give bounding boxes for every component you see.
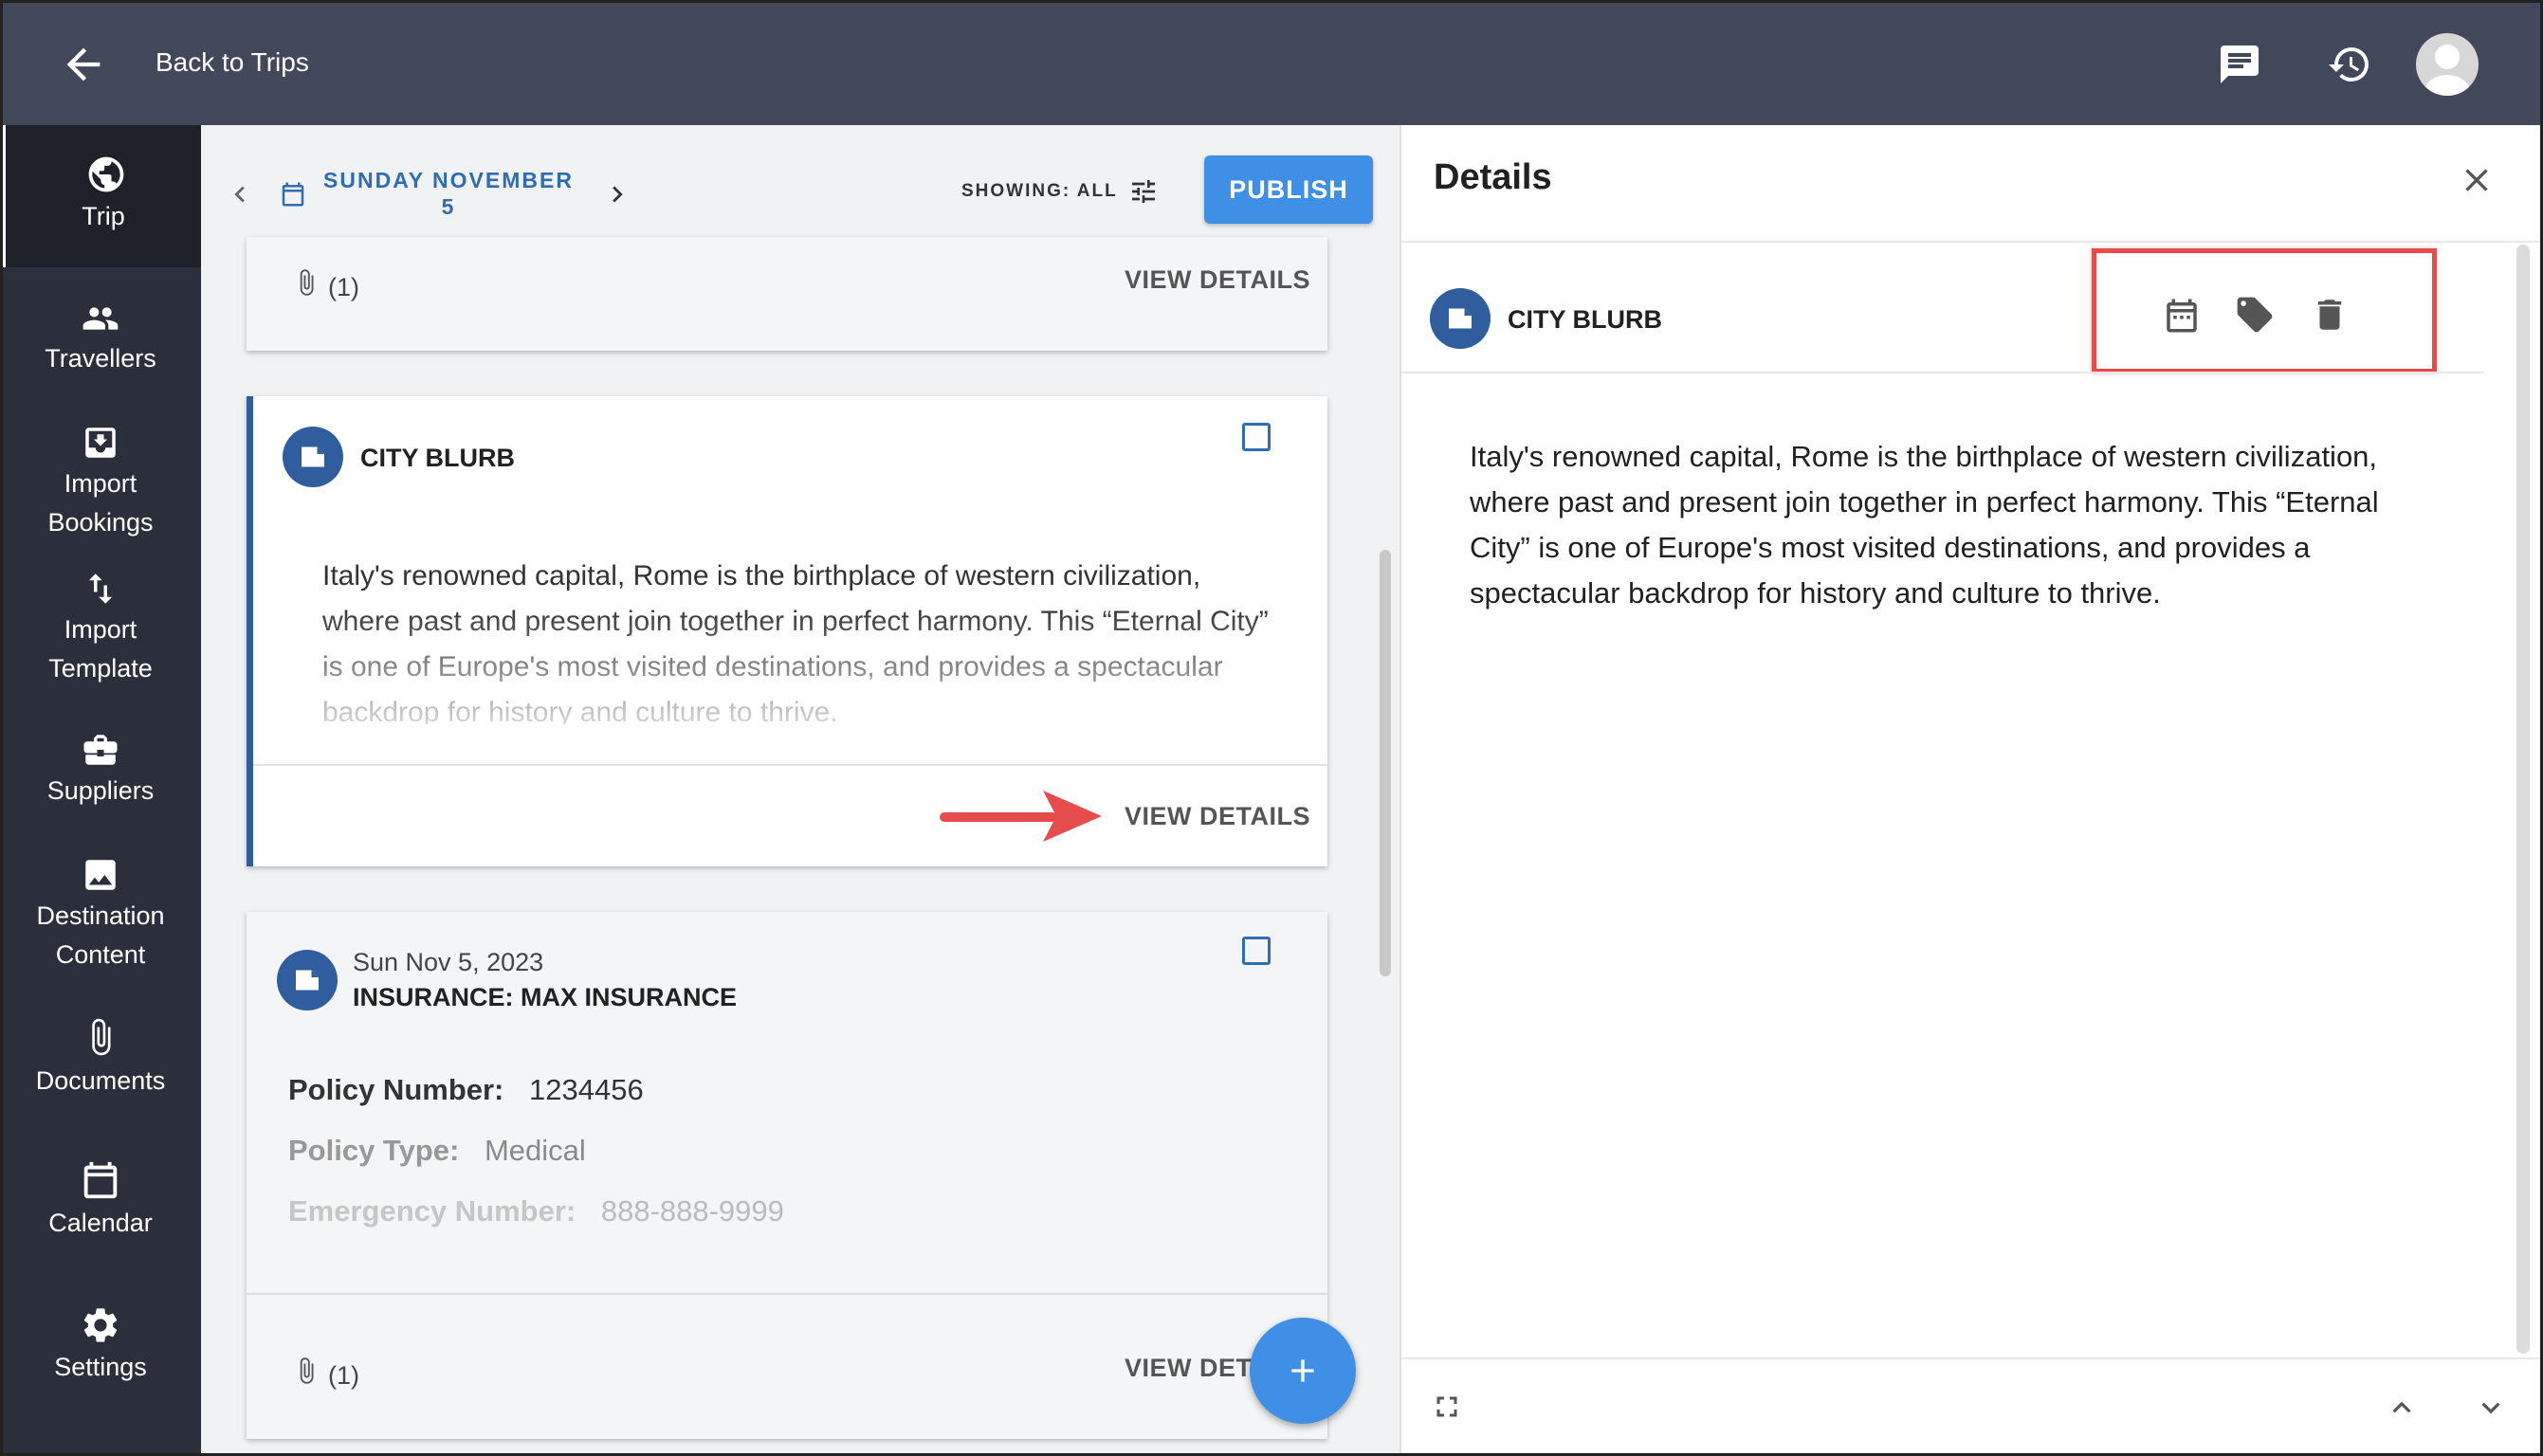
divider [1401, 372, 2484, 373]
sidebar-item-import-template[interactable]: Import Template [0, 569, 201, 688]
sidebar-item-import-bookings[interactable]: Import Bookings [0, 423, 201, 542]
chevron-down-icon[interactable] [2473, 1390, 2509, 1426]
attachment-count: (1) [328, 1361, 359, 1390]
card-title: CITY BLURB [360, 444, 516, 472]
sidebar-item-label: Destination Content [36, 901, 165, 969]
document-icon [283, 427, 343, 487]
details-body-text: Italy's renowned capital, Rome is the bi… [1470, 440, 2379, 610]
sidebar-item-label: Travellers [45, 344, 156, 373]
attachment-count: (1) [328, 273, 359, 301]
sidebar-item-destination-content[interactable]: Destination Content [0, 855, 201, 974]
import-icon [0, 423, 201, 463]
select-checkbox[interactable] [1242, 423, 1271, 451]
briefcase-icon [0, 730, 201, 770]
avatar[interactable] [2416, 33, 2479, 96]
publish-button[interactable]: PUBLISH [1204, 155, 1373, 224]
calendar-icon [0, 1158, 201, 1202]
view-details-button[interactable]: VIEW DETAILS [1125, 802, 1310, 831]
field-value: Medical [484, 1134, 586, 1167]
field-value: 888-888-9999 [600, 1194, 784, 1228]
paperclip-icon [0, 1014, 201, 1060]
chevron-up-icon[interactable] [2384, 1390, 2420, 1426]
date-label[interactable]: SUNDAY NOVEMBER 5 [319, 167, 578, 220]
document-icon [277, 950, 338, 1010]
field-value: 1234456 [529, 1073, 644, 1106]
sidebar-item-calendar[interactable]: Calendar [0, 1158, 201, 1243]
paperclip-icon [292, 262, 320, 303]
view-details-button[interactable]: VIEW DETAILS [1125, 265, 1310, 295]
field-label: Policy Number: [288, 1073, 504, 1106]
divider [1401, 241, 2543, 243]
top-bar [0, 0, 2543, 125]
text-fade-overlay [284, 607, 1290, 739]
sidebar-item-label: Trip [82, 202, 125, 230]
sidebar-item-trip[interactable]: Trip [0, 125, 201, 267]
divider [247, 1293, 1327, 1295]
select-checkbox[interactable] [1242, 937, 1271, 965]
history-icon[interactable] [2327, 42, 2372, 87]
chat-icon[interactable] [2217, 42, 2262, 87]
back-to-trips-link[interactable]: Back to Trips [156, 47, 309, 78]
divider [253, 764, 1327, 766]
showing-filter-label[interactable]: SHOWING: ALL [961, 181, 1118, 202]
sidebar-item-label: Documents [35, 1066, 166, 1095]
emergency-number-row: Emergency Number: 888-888-9999 [288, 1194, 784, 1228]
divider [1401, 1357, 2543, 1359]
sidebar-item-settings[interactable]: Settings [0, 1304, 201, 1387]
sidebar-item-label: Settings [54, 1353, 147, 1381]
people-icon [0, 300, 201, 337]
chevron-left-icon[interactable] [224, 178, 256, 210]
policy-number-row: Policy Number: 1234456 [288, 1073, 644, 1107]
sidebar-item-suppliers[interactable]: Suppliers [0, 730, 201, 810]
sidebar-item-label: Import Bookings [47, 469, 154, 537]
close-icon[interactable] [2458, 161, 2496, 199]
chevron-right-icon[interactable] [601, 178, 633, 210]
details-title: Details [1434, 157, 1552, 197]
policy-type-row: Policy Type: Medical [288, 1134, 586, 1168]
details-item-title: CITY BLURB [1508, 305, 1663, 334]
field-label: Emergency Number: [288, 1194, 576, 1228]
sidebar-item-label: Suppliers [46, 776, 155, 805]
image-icon [0, 855, 201, 895]
scrollbar-thumb[interactable] [2516, 245, 2530, 1354]
fullscreen-icon[interactable] [1430, 1390, 1464, 1424]
sort-arrows-icon [0, 569, 201, 609]
gear-icon [0, 1304, 201, 1346]
red-arrow-annotation [939, 783, 1106, 846]
sidebar-item-label: Calendar [48, 1209, 153, 1237]
sidebar-item-label: Import Template [48, 615, 153, 682]
paperclip-icon [292, 1350, 320, 1392]
field-label: Policy Type: [288, 1134, 460, 1167]
tune-filter-icon[interactable] [1128, 176, 1159, 207]
add-item-button[interactable] [1250, 1318, 1356, 1424]
globe-icon [6, 154, 207, 195]
back-arrow-icon[interactable] [59, 40, 108, 89]
sidebar-item-travellers[interactable]: Travellers [0, 300, 201, 378]
card-title: INSURANCE: MAX INSURANCE [353, 983, 738, 1011]
sidebar-item-documents[interactable]: Documents [0, 1014, 201, 1101]
calendar-icon [279, 180, 307, 209]
highlight-box-annotation [2092, 248, 2437, 373]
document-icon [1430, 288, 1491, 349]
card-date: Sun Nov 5, 2023 [353, 948, 544, 976]
scrollbar-thumb[interactable] [1380, 550, 1391, 976]
